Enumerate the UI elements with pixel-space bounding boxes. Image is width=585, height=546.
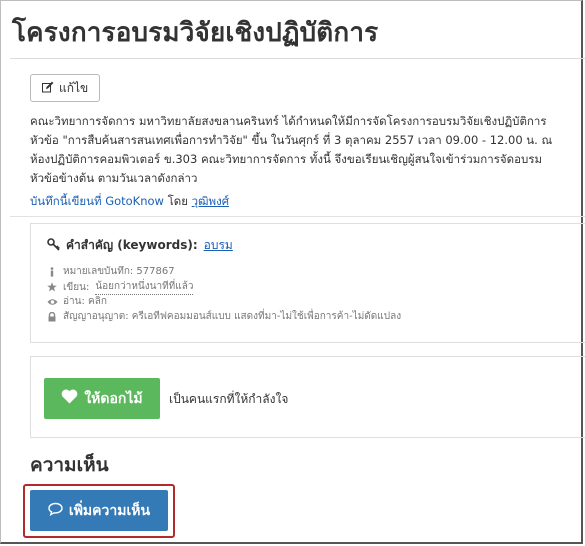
article-line: หัวข้อ "การสืบค้นสารสนเทศเพื่อการทำวิจัย…: [30, 133, 553, 147]
byline: บันทึกนี้เขียนที่ GotoKnow โดย วุฒิพงศ์: [30, 193, 229, 211]
author-link[interactable]: วุฒิพงศ์: [192, 194, 229, 208]
license-text: สัญญาอนุญาต: ครีเอทีฟคอมมอนส์แบบ แสดงที่…: [63, 311, 402, 322]
written-time: น้อยกว่าหนึ่งนาทีที่แล้ว: [95, 279, 194, 295]
add-comment-label: เพิ่มความเห็น: [68, 502, 151, 519]
metadata-panel: คำสำคัญ (keywords): อบรม หมายเลขบันทึก: …: [30, 223, 585, 343]
info-icon: [47, 266, 57, 277]
add-comment-button[interactable]: เพิ่มความเห็น: [30, 490, 168, 531]
page-title: โครงการอบรมวิจัยเชิงปฏิบัติการ: [12, 18, 379, 48]
edit-icon: [42, 81, 54, 96]
keyword-link[interactable]: อบรม: [204, 236, 233, 255]
keywords-row: คำสำคัญ (keywords): อบรม: [47, 236, 233, 255]
byline-by: โดย: [167, 194, 189, 208]
title-divider: [10, 58, 585, 59]
star-icon: [47, 282, 57, 292]
record-number: หมายเลขบันทึก: 577867: [63, 266, 175, 277]
article-line: คณะวิทยาการจัดการ มหาวิทยาลัยสงขลานครินท…: [30, 114, 547, 128]
written-label: เขียน:: [63, 281, 90, 293]
keywords-label: คำสำคัญ (keywords):: [66, 238, 198, 252]
edit-button[interactable]: แก้ไข: [30, 74, 101, 102]
read-count: อ่าน: คลิก: [63, 296, 107, 307]
written-row: เขียน: น้อยกว่าหนึ่งนาทีที่แล้ว: [47, 279, 194, 295]
encouragement-panel: ให้ดอกไม้ เป็นคนแรกที่ให้กำลังใจ: [30, 356, 585, 438]
heart-icon: [61, 389, 78, 408]
record-number-row: หมายเลขบันทึก: 577867: [47, 264, 175, 279]
divider: [10, 216, 585, 217]
edit-button-label: แก้ไข: [59, 80, 89, 95]
give-flower-label: ให้ดอกไม้: [84, 390, 143, 407]
comments-heading: ความเห็น: [30, 454, 109, 476]
eye-icon: [47, 297, 58, 307]
article-line: หัวข้อข้างต้น ตามวันเวลาดังกล่าว: [30, 171, 198, 185]
license-row: สัญญาอนุญาต: ครีเอทีฟคอมมอนส์แบบ แสดงที่…: [47, 309, 401, 324]
comment-bubble-icon: [48, 502, 63, 520]
article-line: ห้องปฏิบัติการคอมพิวเตอร์ ข.303 คณะวิทยา…: [30, 152, 543, 166]
gotoknow-link[interactable]: บันทึกนี้เขียนที่ GotoKnow: [30, 194, 164, 208]
key-icon: [47, 237, 60, 254]
read-row: อ่าน: คลิก: [47, 294, 107, 309]
give-flower-button[interactable]: ให้ดอกไม้: [44, 378, 160, 419]
lock-icon: [47, 311, 57, 322]
encouragement-note: เป็นคนแรกที่ให้กำลังใจ: [169, 392, 289, 406]
article-body: คณะวิทยาการจัดการ มหาวิทยาลัยสงขลานครินท…: [30, 112, 582, 188]
